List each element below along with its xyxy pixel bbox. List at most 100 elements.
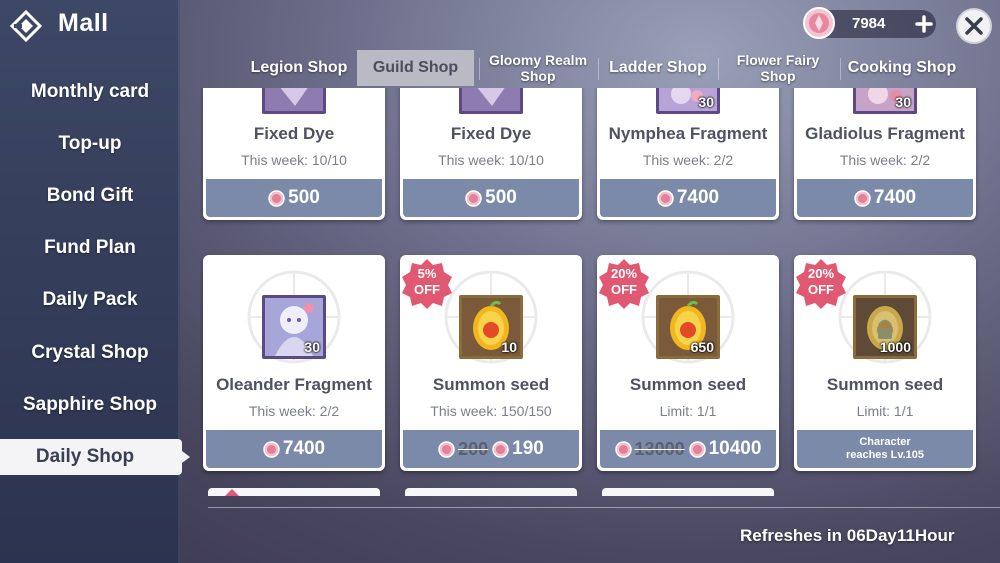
sidebar-item-sapphire-shop[interactable]: Sapphire Shop — [0, 387, 192, 423]
item-count: 30 — [304, 339, 320, 355]
discount-badge: 20% OFF — [597, 257, 651, 309]
back-diamond-icon[interactable] — [9, 9, 43, 43]
shop-item-grid: Fixed Dye This week: 10/10 500 Fixed Dye… — [200, 88, 980, 496]
item-price: 7400 — [873, 187, 917, 208]
shop-item-card[interactable] — [208, 488, 380, 496]
item-count: 1000 — [879, 339, 911, 355]
tab-divider — [840, 58, 841, 80]
discount-badge — [225, 489, 239, 496]
sidebar-item-monthly-card[interactable]: Monthly card — [0, 74, 192, 110]
mall-header: Mall — [0, 0, 180, 50]
pink-gem-icon — [614, 440, 632, 458]
sidebar-item-daily-pack[interactable]: Daily Pack — [0, 282, 192, 318]
discount-word: OFF — [808, 282, 834, 297]
pink-gem-icon — [438, 440, 455, 458]
item-name: Fixed Dye — [450, 124, 532, 143]
item-count: 650 — [690, 339, 714, 355]
price-bar[interactable]: 7400 — [206, 430, 382, 468]
price-bar[interactable]: 7400 — [600, 179, 776, 217]
item-limit: Limit: 1/1 — [659, 403, 717, 419]
price-bar[interactable]: 200 190 — [403, 430, 579, 468]
shop-item-card[interactable]: 20% OFF 650 Summon seed Limit: 1/1 13000 … — [597, 255, 779, 471]
discount-word: OFF — [611, 282, 637, 297]
tab-guild-shop[interactable]: Guild Shop — [357, 50, 474, 86]
character-fragment-icon: 30 — [262, 295, 326, 359]
pink-gem-icon — [802, 6, 836, 40]
sidebar-item-crystal-shop[interactable]: Crystal Shop — [0, 335, 192, 371]
item-limit: This week: 2/2 — [642, 152, 734, 168]
shop-item-card[interactable] — [602, 488, 774, 496]
item-name: Nymphea Fragment — [608, 124, 768, 143]
sidebar-item-top-up[interactable]: Top-up — [0, 126, 192, 162]
pink-gem-icon — [492, 440, 509, 458]
item-name: Gladiolus Fragment — [805, 124, 965, 143]
page-title: Mall — [58, 9, 109, 37]
shop-item-card[interactable]: 30 Oleander Fragment This week: 2/2 7400 — [203, 255, 385, 471]
discount-word: OFF — [414, 282, 440, 297]
item-limit: This week: 2/2 — [839, 152, 931, 168]
item-name: Summon seed — [432, 375, 550, 394]
discount-label: 20% OFF — [597, 266, 651, 298]
shop-item-card[interactable]: 30 Gladiolus Fragment This week: 2/2 740… — [794, 88, 976, 220]
currency-display: 7984 — [803, 7, 936, 39]
sidebar-item-bond-gift[interactable]: Bond Gift — [0, 178, 192, 214]
pink-gem-icon — [465, 189, 482, 207]
item-price: 7400 — [676, 187, 720, 208]
tab-label-line: Flower Fairy — [736, 52, 820, 68]
price-bar[interactable]: 7400 — [797, 179, 973, 217]
tab-ladder-shop[interactable]: Ladder Shop — [600, 50, 716, 86]
tab-divider — [598, 58, 599, 80]
tab-flower-fairy-shop[interactable]: Flower Fairy Shop — [720, 50, 836, 86]
shop-item-card[interactable]: Fixed Dye This week: 10/10 500 — [400, 88, 582, 220]
shop-item-card[interactable] — [405, 488, 577, 496]
price-bar[interactable]: 500 — [206, 179, 382, 217]
pink-gem-icon — [854, 189, 871, 207]
item-price: 190 — [512, 438, 544, 459]
tab-cooking-shop[interactable]: Cooking Shop — [842, 50, 962, 86]
item-name: Fixed Dye — [253, 124, 335, 143]
pink-gem-icon — [263, 440, 280, 458]
tab-gloomy-realm-shop[interactable]: Gloomy Realm Shop — [480, 50, 596, 86]
item-limit: This week: 10/10 — [241, 152, 347, 168]
unlock-condition: Character reaches Lv.105 — [846, 436, 924, 462]
item-name: Summon seed — [629, 375, 747, 394]
currency-amount: 7984 — [852, 15, 886, 32]
close-x-icon — [965, 17, 983, 35]
summon-seed-icon: 10 — [459, 295, 523, 359]
shop-item-card[interactable]: 20% OFF 1000 Summon seed Limit: 1/1 Chara… — [794, 255, 976, 471]
sidebar-item-fund-plan[interactable]: Fund Plan — [0, 230, 192, 266]
tab-legion-shop[interactable]: Legion Shop — [238, 50, 360, 86]
shop-item-card[interactable]: 30 Nymphea Fragment This week: 2/2 7400 — [597, 88, 779, 220]
item-name: Oleander Fragment — [216, 375, 372, 394]
footer-divider — [208, 507, 1000, 508]
sidebar-item-daily-shop[interactable]: Daily Shop — [0, 439, 190, 475]
close-button[interactable] — [956, 8, 992, 44]
unlock-condition-line: reaches Lv.105 — [845, 449, 925, 461]
unlock-condition-line: Character — [859, 436, 911, 448]
discount-label: 20% OFF — [794, 266, 848, 298]
item-old-price: 200 — [458, 438, 489, 459]
tab-divider — [718, 58, 719, 80]
price-bar[interactable]: 500 — [403, 179, 579, 217]
price-bar[interactable]: 13000 10400 — [600, 430, 776, 468]
price-bar: Character reaches Lv.105 — [797, 430, 973, 468]
item-limit: Limit: 1/1 — [856, 403, 914, 419]
discount-percent: 20% — [807, 266, 835, 281]
pink-gem-icon — [268, 189, 285, 207]
pink-gem-icon — [657, 189, 674, 207]
item-count: 30 — [698, 94, 714, 110]
item-name: Summon seed — [826, 375, 944, 394]
pink-gem-icon — [688, 440, 706, 458]
item-price: 500 — [288, 187, 320, 208]
discount-percent: 20% — [610, 266, 638, 281]
shop-item-card[interactable]: Fixed Dye This week: 10/10 500 — [203, 88, 385, 220]
item-count: 30 — [895, 94, 911, 110]
summon-seed-locked-icon: 1000 — [853, 295, 917, 359]
dye-icon — [459, 88, 523, 114]
item-price: 7400 — [282, 438, 326, 459]
tab-label-line: Gloomy Realm — [488, 52, 588, 68]
item-limit: This week: 150/150 — [430, 403, 552, 419]
item-old-price: 13000 — [634, 438, 685, 459]
plus-icon[interactable] — [914, 14, 934, 34]
shop-item-card[interactable]: 5% OFF 10 Summon seed This week: 150/150 … — [400, 255, 582, 471]
